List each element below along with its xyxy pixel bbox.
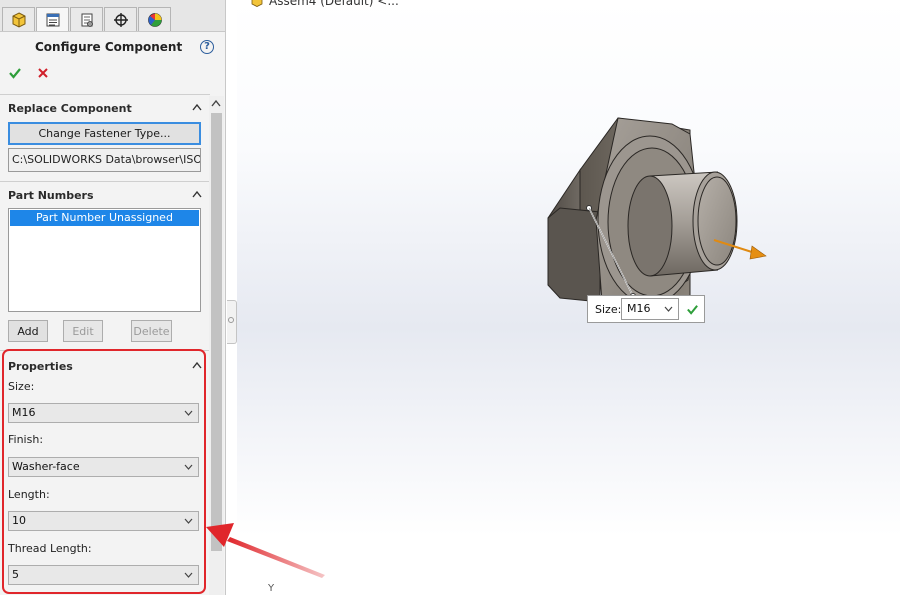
help-icon[interactable]: ? xyxy=(200,40,214,54)
add-button[interactable]: Add xyxy=(8,320,48,342)
dimxpert-icon xyxy=(113,12,128,27)
delete-button[interactable]: Delete xyxy=(131,320,172,342)
chevron-up-icon[interactable] xyxy=(192,103,202,111)
feature-tree-root[interactable]: Assem4 (Default) <... xyxy=(251,0,399,8)
chevron-down-icon xyxy=(664,306,673,312)
callout-ok-check-icon[interactable] xyxy=(686,303,699,316)
callout-size-label: Size: xyxy=(595,303,622,316)
panel-collapse-handle[interactable] xyxy=(227,300,237,344)
tab-property-manager[interactable] xyxy=(36,7,69,31)
handle-dot-icon xyxy=(228,317,234,323)
size-callout: Size: M16 xyxy=(587,295,705,323)
hex-nut-model[interactable] xyxy=(540,110,780,310)
assembly-icon xyxy=(251,0,263,7)
panel-title: Configure Component xyxy=(35,40,183,54)
tab-feature-manager[interactable] xyxy=(2,7,35,31)
feature-manager-icon xyxy=(12,11,25,28)
replace-component-title: Replace Component xyxy=(8,102,132,115)
chevron-up-icon[interactable] xyxy=(192,190,202,198)
part-numbers-title: Part Numbers xyxy=(8,189,94,202)
assembly-name: Assem4 (Default) <... xyxy=(269,0,399,8)
callout-size-value: M16 xyxy=(627,302,651,315)
callout-size-dropdown[interactable]: M16 xyxy=(621,298,679,320)
change-fastener-type-button[interactable]: Change Fastener Type... xyxy=(8,122,201,145)
ok-check-icon[interactable] xyxy=(8,66,22,80)
scroll-up-arrow-icon[interactable] xyxy=(211,99,221,107)
properties-highlight-frame xyxy=(2,349,206,594)
display-manager-icon xyxy=(147,12,162,27)
scroll-thumb[interactable] xyxy=(211,113,222,551)
configuration-manager-icon xyxy=(81,13,93,27)
red-annotation-arrow-icon xyxy=(206,523,325,578)
part-number-list[interactable]: Part Number Unassigned xyxy=(8,208,201,312)
list-item[interactable]: Part Number Unassigned xyxy=(10,210,199,226)
tab-display-manager[interactable] xyxy=(138,7,171,31)
tab-configuration-manager[interactable] xyxy=(70,7,103,31)
property-manager-icon xyxy=(46,13,59,26)
divider xyxy=(0,181,210,182)
cancel-x-icon[interactable] xyxy=(36,66,50,80)
edit-button[interactable]: Edit xyxy=(63,320,103,342)
divider xyxy=(0,94,210,95)
component-path-field[interactable]: C:\SOLIDWORKS Data\browser\ISO1\b xyxy=(8,148,201,172)
manager-tabs xyxy=(0,0,225,32)
property-manager-panel: Configure Component ? Replace Component … xyxy=(0,0,226,595)
tab-dimxpert-manager[interactable] xyxy=(104,7,137,31)
